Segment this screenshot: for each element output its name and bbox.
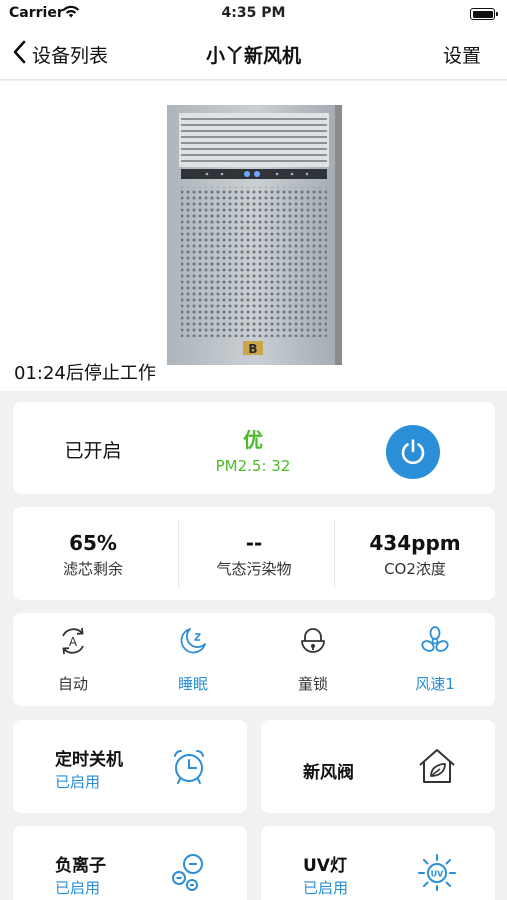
auto-mode-icon: A [62, 627, 84, 655]
mode-sleep[interactable]: 睡眠 [133, 613, 253, 706]
modes-card: A 自动 睡眠 童锁 风速1 [13, 613, 495, 706]
svg-text:B: B [248, 342, 257, 356]
anion-tile[interactable]: 负离子 已启用 [13, 826, 247, 900]
stat-value: 434ppm [369, 531, 461, 555]
status-bar: Carrier 4:35 PM [0, 0, 507, 28]
back-button[interactable]: 设备列表 [12, 40, 108, 68]
fan-icon [421, 626, 449, 652]
gaseous-pollutants: -- 气态污染物 [174, 507, 334, 600]
feature-name: 新风阀 [303, 763, 354, 783]
air-purifier-image: B [167, 105, 342, 365]
mode-fan-speed[interactable]: 风速1 [375, 613, 495, 706]
filter-remaining: 65% 滤芯剩余 [13, 507, 173, 600]
negative-ion-icon [172, 854, 203, 891]
feature-status: 已启用 [303, 879, 349, 897]
sleep-moon-icon [180, 628, 206, 654]
house-leaf-icon [419, 749, 455, 783]
fresh-air-valve-tile[interactable]: 新风阀 [261, 720, 495, 813]
battery-icon [470, 8, 498, 20]
feature-status: 已启用 [55, 879, 101, 897]
feature-name: UV灯 [303, 856, 347, 876]
chevron-left-icon [12, 40, 26, 68]
timer-off-tile[interactable]: 定时关机 已启用 [13, 720, 247, 813]
stats-card: 65% 滤芯剩余 -- 气态污染物 434ppm CO2浓度 [13, 507, 495, 600]
power-state: 已开启 [64, 440, 122, 462]
mode-auto[interactable]: A 自动 [13, 613, 133, 706]
air-quality-level: 优 [243, 428, 263, 452]
timer-countdown: 01:24后停止工作 [14, 363, 156, 384]
stat-label: 气态污染物 [216, 560, 292, 578]
stat-value: 65% [69, 531, 117, 555]
child-lock-icon [301, 628, 325, 653]
svg-text:A: A [69, 635, 78, 649]
uv-lamp-icon: UV [418, 854, 456, 891]
power-button[interactable] [386, 425, 440, 479]
nav-bar: 设备列表 小丫新风机 设置 [0, 28, 507, 80]
power-card: 已开启 优 PM2.5: 32 [13, 402, 495, 494]
device-hero: B 01:24后停止工作 [0, 81, 507, 391]
feature-name: 负离子 [55, 856, 106, 876]
pm25-reading: PM2.5: 32 [215, 457, 291, 475]
mode-label: 童锁 [297, 675, 328, 693]
feature-name: 定时关机 [55, 750, 123, 770]
mode-child-lock[interactable]: 童锁 [253, 613, 373, 706]
mode-label: 风速1 [415, 675, 455, 693]
mode-label: 睡眠 [177, 675, 208, 693]
co2-concentration: 434ppm CO2浓度 [335, 507, 495, 600]
alarm-clock-icon [174, 749, 204, 784]
air-quality: 优 PM2.5: 32 [173, 424, 333, 475]
svg-text:UV: UV [431, 870, 444, 879]
stat-label: CO2浓度 [384, 560, 446, 578]
settings-button[interactable]: 设置 [443, 41, 481, 68]
power-icon [401, 439, 425, 465]
back-label: 设备列表 [32, 44, 109, 67]
mode-label: 自动 [57, 675, 88, 693]
stat-value: -- [245, 531, 263, 555]
uv-lamp-tile[interactable]: UV灯 已启用 UV [261, 826, 495, 900]
stat-label: 滤芯剩余 [62, 560, 123, 578]
feature-status: 已启用 [55, 773, 101, 791]
clock: 4:35 PM [221, 5, 286, 21]
